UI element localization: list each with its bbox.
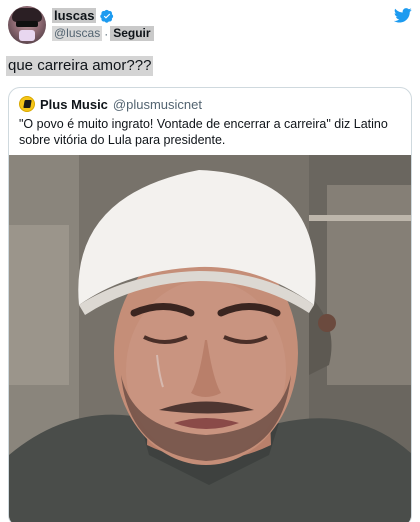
follow-button[interactable]: Seguir (110, 26, 154, 41)
embedded-tweet: luscas @luscas · Seguir que carreira amo… (0, 0, 420, 522)
quoted-avatar (19, 96, 35, 112)
quoted-tweet-card[interactable]: Plus Music @plusmusicnet "O povo é muito… (8, 87, 412, 522)
quoted-tweet-header: Plus Music @plusmusicnet (19, 96, 202, 112)
quoted-tweet-text: "O povo é muito ingrato! Vontade de ence… (19, 117, 388, 147)
author-handle-row: @luscas · Seguir (52, 26, 154, 41)
separator-dot: · (104, 26, 109, 41)
quoted-author-name: Plus Music (40, 96, 108, 112)
photo-image (9, 155, 411, 522)
avatar[interactable] (8, 6, 46, 44)
verified-badge-icon (100, 9, 114, 23)
twitter-bird-icon[interactable] (394, 8, 412, 23)
author-name-row: luscas (52, 8, 114, 23)
quoted-author-handle: @plusmusicnet (112, 96, 202, 112)
quoted-tweet-photo[interactable] (9, 155, 411, 522)
author-display-name[interactable]: luscas (52, 8, 97, 23)
author-handle[interactable]: @luscas (52, 26, 103, 41)
tweet-header: luscas @luscas · Seguir (8, 6, 412, 46)
tweet-text: que carreira amor??? (6, 56, 154, 76)
